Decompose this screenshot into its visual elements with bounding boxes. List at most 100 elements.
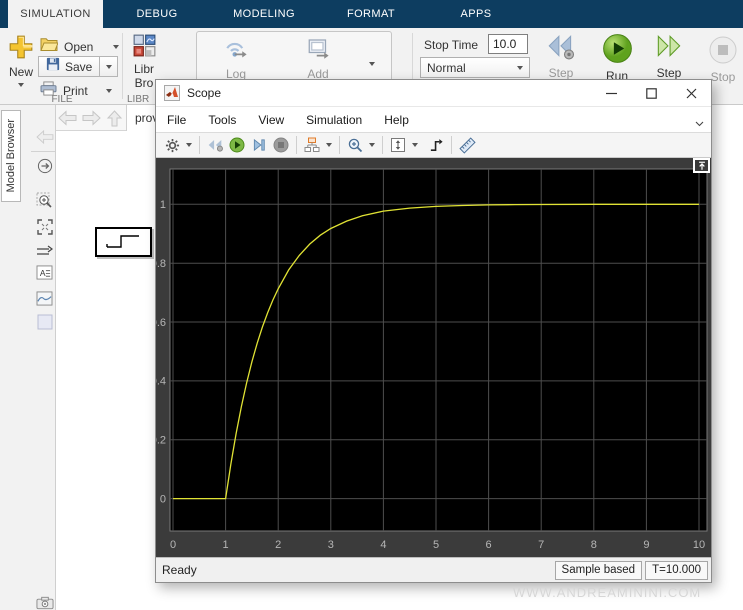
log-signal-icon — [221, 38, 251, 67]
stop-button[interactable]: Stop — [704, 35, 742, 84]
stop-time-input[interactable] — [488, 34, 528, 54]
menu-view[interactable]: View — [258, 113, 284, 127]
status-ready: Ready — [162, 563, 197, 577]
svg-text:0.8: 0.8 — [156, 258, 166, 270]
hide-browser-icon[interactable] — [35, 156, 54, 175]
signal-lines-icon[interactable] — [35, 242, 54, 261]
status-sim-time: T=10.000 — [645, 560, 708, 580]
svg-text:8: 8 — [591, 539, 597, 551]
log-button[interactable]: Log — [213, 38, 259, 81]
ribbon-separator — [122, 33, 123, 99]
trigger-button[interactable] — [425, 135, 447, 155]
print-dropdown-caret[interactable] — [105, 89, 112, 93]
new-dropdown-caret[interactable] — [18, 83, 24, 87]
prepare-gallery-caret[interactable] — [369, 62, 375, 66]
svg-text:0: 0 — [160, 493, 166, 505]
tab-apps[interactable]: APPS — [440, 0, 512, 28]
tab-format[interactable]: FORMAT — [330, 0, 412, 28]
simulink-window: SIMULATION DEBUG MODELING FORMAT APPS Ne… — [0, 0, 743, 610]
mode-select-caret — [517, 65, 523, 70]
scope-step-back-button[interactable] — [204, 135, 226, 155]
scope-window-title: Scope — [187, 86, 222, 100]
matlab-logo-icon — [164, 85, 180, 101]
menu-overflow-icon[interactable] — [695, 115, 704, 133]
scope-status-bar: Ready Sample based T=10.000 — [156, 557, 711, 582]
configuration-gear-button[interactable] — [161, 135, 183, 155]
tab-simulation[interactable]: SIMULATION — [8, 0, 103, 28]
scope-stop-button[interactable] — [270, 135, 292, 155]
step-back-icon — [545, 33, 577, 66]
file-section-label: FILE — [51, 94, 73, 105]
step-back-button[interactable]: Step — [542, 33, 580, 80]
step-block[interactable] — [95, 227, 152, 257]
zoom-button[interactable] — [344, 135, 366, 155]
maximize-button[interactable] — [631, 80, 671, 106]
svg-text:A: A — [40, 268, 46, 278]
fit-to-view-icon[interactable] — [35, 217, 54, 236]
undock-axes-icon[interactable] — [693, 158, 710, 173]
svg-text:0.2: 0.2 — [156, 435, 166, 447]
svg-text:0.4: 0.4 — [156, 376, 166, 388]
svg-text:2: 2 — [275, 539, 281, 551]
scope-plot[interactable]: 00.20.40.60.81012345678910 — [156, 158, 711, 557]
svg-text:0: 0 — [170, 539, 176, 551]
scope-window: Scope File Tools View Simulation Help 0 … — [155, 79, 712, 583]
open-dropdown-caret[interactable] — [113, 44, 120, 49]
span-axes-button[interactable] — [387, 135, 409, 155]
configuration-caret[interactable] — [183, 143, 195, 147]
add-viewer-icon — [303, 38, 333, 67]
menu-file[interactable]: File — [167, 113, 186, 127]
new-plus-icon — [8, 34, 34, 65]
sidebar-separator — [31, 151, 55, 152]
svg-text:6: 6 — [486, 539, 492, 551]
annotation-icon[interactable]: A — [35, 263, 54, 282]
step-signal-icon — [105, 235, 139, 248]
close-button[interactable] — [671, 80, 711, 106]
scope-run-button[interactable] — [226, 135, 248, 155]
menu-tools[interactable]: Tools — [208, 113, 236, 127]
watermark: WWW.ANDREAMININI.COM — [513, 585, 702, 600]
menu-help[interactable]: Help — [384, 113, 409, 127]
zoom-caret[interactable] — [366, 143, 378, 147]
simulation-mode-select[interactable]: Normal — [420, 57, 530, 78]
svg-text:5: 5 — [433, 539, 439, 551]
menu-simulation[interactable]: Simulation — [306, 113, 362, 127]
signal-selector-caret[interactable] — [323, 143, 335, 147]
nav-up-icon[interactable] — [106, 110, 125, 127]
step-forward-icon — [653, 33, 685, 66]
tab-debug[interactable]: DEBUG — [118, 0, 196, 28]
add-viewer-button[interactable]: Add — [295, 38, 341, 81]
step-forward-button[interactable]: Step — [650, 33, 688, 80]
image-icon[interactable] — [35, 289, 54, 308]
save-dropdown-caret[interactable] — [99, 57, 117, 76]
area-box-icon[interactable] — [35, 312, 54, 331]
cursor-measurements-button[interactable] — [456, 135, 478, 155]
run-icon — [602, 33, 633, 69]
scope-step-forward-button[interactable] — [248, 135, 270, 155]
tab-modeling[interactable]: MODELING — [220, 0, 308, 28]
scope-toolbar — [156, 132, 711, 158]
open-button[interactable]: Open — [40, 37, 120, 56]
nav-back-icon[interactable] — [58, 110, 77, 126]
svg-text:9: 9 — [643, 539, 649, 551]
palette-sidebar: Model Browser A — [0, 105, 56, 610]
span-axes-caret[interactable] — [409, 143, 421, 147]
signal-selector-button[interactable] — [301, 135, 323, 155]
nav-forward-icon[interactable] — [82, 110, 101, 126]
status-sample-based: Sample based — [554, 560, 643, 580]
sidebar-back-icon[interactable] — [35, 127, 54, 146]
stop-icon — [708, 35, 738, 70]
zoom-in-icon[interactable] — [35, 191, 54, 210]
save-button-group: Save — [38, 56, 119, 77]
svg-text:4: 4 — [380, 539, 386, 551]
stop-time-label: Stop Time — [424, 38, 479, 52]
svg-text:10: 10 — [693, 539, 705, 551]
save-button[interactable]: Save — [39, 57, 99, 76]
svg-text:1: 1 — [160, 199, 166, 211]
minimize-button[interactable] — [591, 80, 631, 106]
model-browser-tab[interactable]: Model Browser — [1, 110, 21, 202]
new-button[interactable]: New — [4, 34, 38, 87]
scope-title-bar[interactable]: Scope — [156, 80, 711, 107]
screenshot-camera-icon[interactable] — [35, 593, 54, 610]
run-button[interactable]: Run — [598, 33, 636, 83]
